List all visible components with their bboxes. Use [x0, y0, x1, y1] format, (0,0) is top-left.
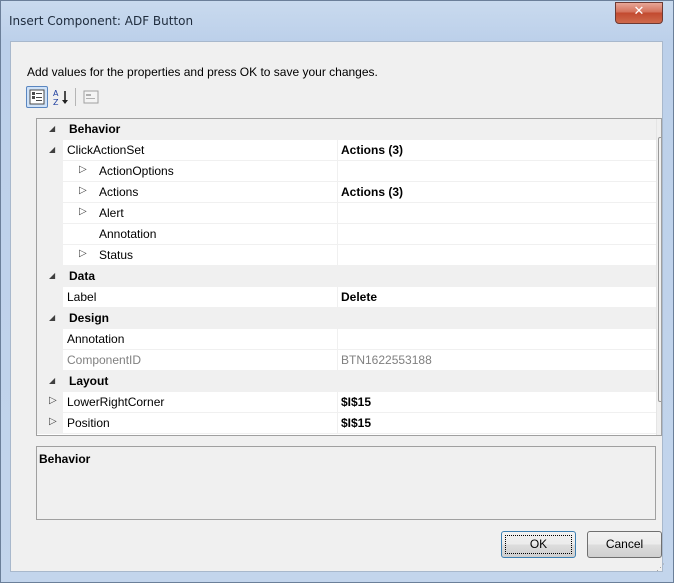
property-row[interactable]: ComponentID BTN1622553188	[37, 350, 657, 371]
category-label: Design	[69, 311, 110, 325]
property-grid[interactable]: ◢ Behavior ◢ ClickActionSet Actions (3) ▷ Acti…	[36, 118, 662, 436]
property-value[interactable]: $I$15	[341, 395, 371, 409]
column-divider	[337, 224, 338, 245]
expand-icon[interactable]: ▷	[79, 206, 87, 217]
window-title: Insert Component: ADF Button	[9, 14, 194, 28]
property-row[interactable]: ◢ ClickActionSet Actions (3)	[37, 140, 657, 161]
property-name: LowerRightCorner	[67, 395, 165, 409]
property-value[interactable]: Delete	[341, 290, 377, 304]
property-row[interactable]: ▷ Status	[37, 245, 657, 266]
property-value[interactable]: $I$15	[341, 416, 371, 430]
property-row[interactable]: ▷ LowerRightCorner $I$15	[37, 392, 657, 413]
toolbar-separator	[75, 88, 76, 106]
scroll-down-icon[interactable]: ▼	[657, 418, 661, 435]
column-divider	[337, 203, 338, 224]
expand-icon[interactable]: ▷	[49, 395, 57, 406]
categorized-view-button[interactable]	[26, 86, 48, 108]
row-gutter	[37, 182, 63, 203]
category-label: Layout	[69, 374, 109, 388]
close-icon: ✕	[633, 4, 645, 19]
instructions-text: Add values for the properties and press …	[27, 65, 378, 79]
property-name: Alert	[99, 206, 124, 220]
row-gutter	[37, 224, 63, 245]
category-row[interactable]: ◢ Layout	[37, 371, 657, 392]
category-label: Behavior	[69, 122, 121, 136]
vertical-scrollbar[interactable]: ▲ ▼	[656, 119, 661, 435]
svg-text:A: A	[53, 89, 59, 98]
ok-button[interactable]: OK	[501, 531, 576, 558]
category-row[interactable]: ◢ Data	[37, 266, 657, 287]
property-value[interactable]: Actions (3)	[341, 185, 403, 199]
category-label: Data	[69, 269, 96, 283]
property-pages-icon	[83, 90, 99, 104]
property-name: Annotation	[99, 227, 157, 241]
collapse-icon[interactable]: ◢	[49, 124, 55, 133]
scrollbar-thumb[interactable]	[658, 137, 661, 402]
column-divider	[337, 329, 338, 350]
expand-icon[interactable]: ▷	[49, 416, 57, 427]
property-row[interactable]: ▷ ActionOptions	[37, 161, 657, 182]
focus-rectangle	[505, 535, 572, 554]
collapse-icon[interactable]: ◢	[49, 376, 55, 385]
collapse-icon[interactable]: ◢	[49, 271, 55, 280]
property-name: Annotation	[67, 332, 125, 346]
property-name: Label	[67, 290, 97, 304]
category-row[interactable]: ◢ Design	[37, 308, 657, 329]
property-row[interactable]: ▷ Alert	[37, 203, 657, 224]
description-title: Behavior	[39, 452, 91, 466]
row-gutter	[37, 203, 63, 224]
property-row[interactable]: ▷ Actions Actions (3)	[37, 182, 657, 203]
scroll-up-icon[interactable]: ▲	[657, 119, 661, 136]
sort-az-icon: A Z	[53, 89, 68, 107]
property-name: ActionOptions	[99, 164, 174, 178]
column-divider	[337, 413, 338, 434]
title-bar[interactable]: Insert Component: ADF Button ✕	[1, 1, 673, 41]
column-divider	[337, 182, 338, 203]
row-gutter	[37, 287, 63, 308]
property-row[interactable]: ▷ Position $I$15	[37, 413, 657, 434]
property-value[interactable]: Actions (3)	[341, 143, 403, 157]
property-name: Actions	[99, 185, 139, 199]
row-gutter	[37, 329, 63, 350]
property-name: ComponentID	[67, 353, 142, 367]
collapse-icon[interactable]: ◢	[49, 313, 55, 322]
column-divider	[337, 140, 338, 161]
column-divider	[337, 161, 338, 182]
column-divider	[337, 350, 338, 371]
property-row[interactable]: Annotation	[37, 224, 657, 245]
row-gutter	[37, 161, 63, 182]
column-divider	[337, 392, 338, 413]
svg-text:Z: Z	[53, 98, 59, 107]
cancel-label: Cancel	[605, 537, 644, 551]
property-name: Status	[99, 248, 134, 262]
property-pages-button[interactable]	[80, 86, 102, 108]
close-button[interactable]: ✕	[615, 2, 663, 24]
property-value[interactable]: BTN1622553188	[341, 353, 432, 367]
row-gutter	[37, 350, 63, 371]
column-divider	[337, 287, 338, 308]
resize-grip-icon[interactable]: ⋰	[656, 562, 666, 572]
property-row[interactable]: Label Delete	[37, 287, 657, 308]
column-divider	[337, 245, 338, 266]
property-name: Position	[67, 416, 110, 430]
expand-icon[interactable]: ▷	[79, 185, 87, 196]
description-panel: Behavior	[36, 446, 656, 520]
cancel-button[interactable]: Cancel	[587, 531, 662, 558]
alphabetical-view-button[interactable]: A Z	[50, 86, 72, 108]
property-name: ClickActionSet	[67, 143, 145, 157]
expand-icon[interactable]: ▷	[79, 248, 87, 259]
property-row[interactable]: Annotation	[37, 329, 657, 350]
expand-icon[interactable]: ▷	[79, 164, 87, 175]
category-row[interactable]: ◢ Behavior	[37, 119, 657, 140]
collapse-icon[interactable]: ◢	[49, 145, 55, 154]
categorized-icon	[29, 89, 45, 105]
row-gutter	[37, 245, 63, 266]
